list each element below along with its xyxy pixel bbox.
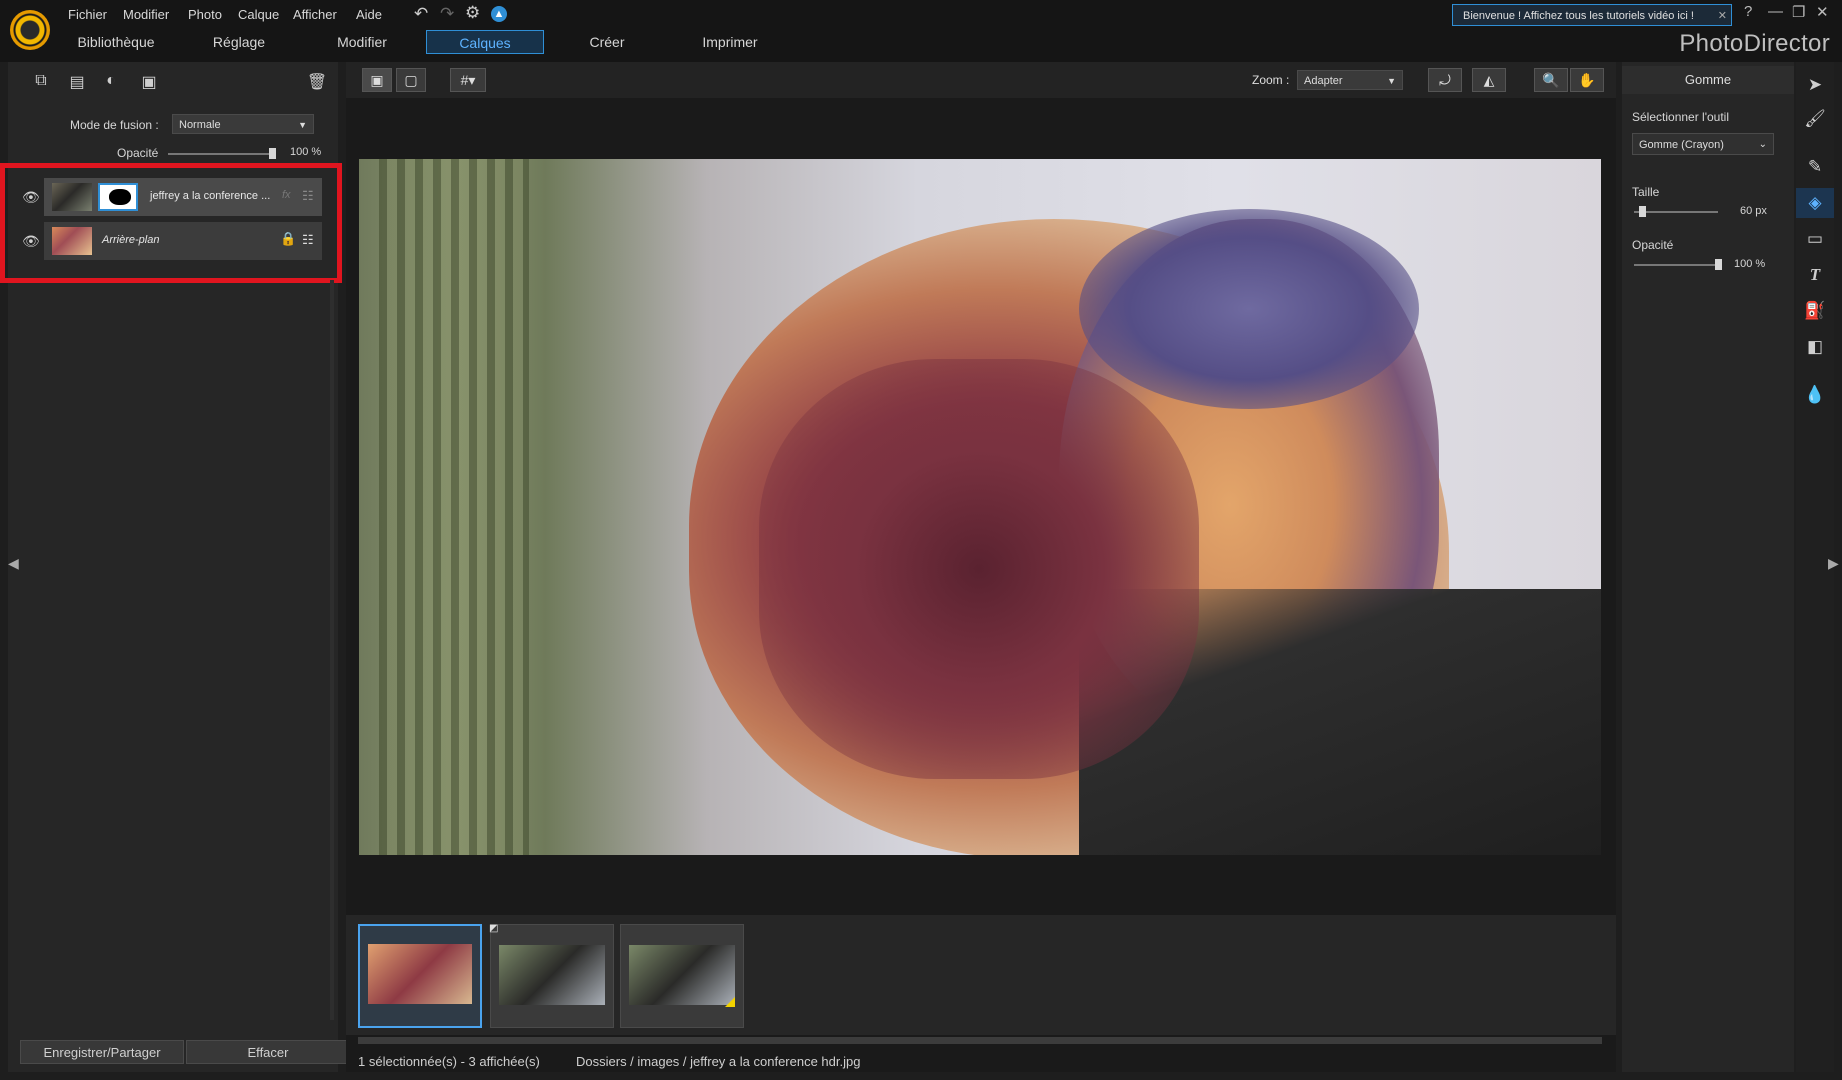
brand-title: PhotoDirector [1679, 30, 1830, 57]
film-thumbnail-selected[interactable] [358, 924, 482, 1028]
rotate-icon[interactable]: ⤾ [1428, 68, 1462, 92]
film-thumbnail[interactable]: ◩ [489, 923, 614, 1028]
chevron-down-icon: ▼ [1387, 76, 1396, 86]
menu-fichier[interactable]: Fichier [68, 7, 107, 22]
view-compare-icon[interactable]: ▢ [396, 68, 426, 92]
eraser-type-select[interactable]: Gomme (Crayon) ⌄ [1632, 133, 1774, 155]
tab-modifier[interactable]: Modifier [322, 30, 402, 54]
opacity-slider-thumb[interactable] [269, 148, 276, 159]
clear-button[interactable]: Effacer [186, 1040, 350, 1064]
zoom-select[interactable]: Adapter ▼ [1297, 70, 1403, 90]
layers-scrollbar[interactable] [330, 280, 334, 1020]
help-button[interactable]: ? [1744, 3, 1752, 20]
gradient-icon[interactable]: ◧ [1796, 332, 1834, 362]
close-window-icon[interactable]: ✕ [1816, 3, 1829, 21]
collapse-right-icon[interactable]: ▶ [1828, 555, 1839, 572]
zoom-tool-icon[interactable]: 🔍 [1534, 68, 1568, 92]
undo-icon[interactable]: ↶ [414, 4, 428, 24]
edited-badge-icon: ◩ [489, 923, 499, 934]
welcome-tutorial-banner[interactable]: Bienvenue ! Affichez tous les tutoriels … [1452, 4, 1732, 26]
view-single-icon[interactable]: ▣ [362, 68, 392, 92]
add-layer-icon[interactable]: ⧉ [30, 72, 52, 92]
tab-creer[interactable]: Créer [574, 30, 640, 54]
text-tool-icon[interactable]: T [1796, 260, 1834, 290]
menu-modifier[interactable]: Modifier [123, 7, 169, 22]
trash-icon[interactable]: 🗑 [306, 72, 328, 92]
select-tool-label: Sélectionner l'outil [1632, 110, 1730, 124]
size-slider-thumb[interactable] [1639, 206, 1647, 217]
welcome-text: Bienvenue ! Affichez tous les tutoriels … [1463, 10, 1694, 22]
chevron-down-icon: ▼ [298, 120, 307, 130]
status-bar: 1 sélectionnée(s) - 3 affichée(s) Dossie… [346, 1050, 1616, 1072]
app-logo-icon [10, 10, 50, 50]
tool-panel [1622, 62, 1794, 1072]
tool-panel-title: Gomme [1622, 66, 1794, 94]
eraser-icon[interactable]: ◈ [1796, 188, 1834, 218]
brush-opacity-label: Opacité [1632, 238, 1674, 252]
opacity-label: Opacité [117, 146, 159, 160]
save-share-button[interactable]: Enregistrer/Partager [20, 1040, 184, 1064]
grid-icon[interactable]: #▾ [450, 68, 486, 92]
film-thumbnail[interactable] [620, 924, 744, 1028]
size-slider-track[interactable] [1634, 211, 1718, 213]
chevron-down-icon: ⌄ [1758, 139, 1767, 150]
select-arrow-icon[interactable]: ➤ [1796, 70, 1834, 100]
menu-aide[interactable]: Aide [356, 7, 382, 22]
blend-mode-select[interactable]: Normale ▼ [172, 114, 314, 134]
mask-icon[interactable]: ▣ [138, 72, 160, 92]
color-dropper-icon[interactable]: 💧 [1796, 380, 1834, 410]
size-value: 60 px [1740, 205, 1767, 217]
smart-brush-icon[interactable]: 🖌 [1796, 104, 1834, 134]
collapse-left-icon[interactable]: ◀ [8, 555, 19, 572]
file-path: Dossiers / images / jeffrey a la confere… [576, 1054, 861, 1069]
restore-icon[interactable]: ❐ [1792, 3, 1805, 21]
close-icon[interactable]: ✕ [1718, 5, 1727, 27]
brush-opacity-slider-track[interactable] [1634, 264, 1718, 266]
hand-tool-icon[interactable]: ✋ [1570, 68, 1604, 92]
size-label: Taille [1632, 185, 1660, 199]
tab-imprimer[interactable]: Imprimer [692, 30, 768, 54]
menu-afficher[interactable]: Afficher [293, 7, 337, 22]
minimize-icon[interactable]: — [1768, 3, 1783, 20]
tab-bibliotheque[interactable]: Bibliothèque [70, 30, 162, 54]
flip-icon[interactable]: ◭ [1472, 68, 1506, 92]
adjustment-layer-icon[interactable]: ◐ [100, 72, 122, 92]
pencil-icon[interactable]: ✎ [1796, 152, 1834, 182]
notification-icon[interactable]: ▲ [491, 6, 507, 22]
settings-gear-icon[interactable]: ⚙ [465, 3, 480, 23]
brush-opacity-slider-thumb[interactable] [1715, 259, 1722, 270]
highlight-annotation-box [0, 163, 342, 283]
hdr-badge-icon [725, 997, 735, 1007]
opacity-slider-track[interactable] [168, 153, 272, 155]
paint-bucket-icon[interactable]: ⛽ [1796, 296, 1834, 326]
rectangle-icon[interactable]: ▭ [1796, 224, 1834, 254]
eraser-type-value: Gomme (Crayon) [1639, 139, 1724, 151]
canvas-toolbar [346, 62, 1616, 98]
filmstrip-scrollbar[interactable] [358, 1037, 1602, 1044]
blend-mode-label: Mode de fusion : [70, 118, 159, 132]
redo-icon[interactable]: ↷ [440, 4, 454, 24]
menu-calque[interactable]: Calque [238, 7, 279, 22]
zoom-value: Adapter [1304, 75, 1343, 87]
menu-photo[interactable]: Photo [188, 7, 222, 22]
brush-opacity-value: 100 % [1734, 258, 1766, 270]
zoom-label: Zoom : [1252, 73, 1290, 87]
selection-count: 1 sélectionnée(s) - 3 affichée(s) [358, 1054, 540, 1069]
tab-calques[interactable]: Calques [426, 30, 544, 54]
opacity-value: 100 % [290, 146, 322, 158]
layer-menu-icon[interactable]: ▤ [66, 72, 88, 92]
tab-reglage[interactable]: Réglage [200, 30, 278, 54]
blend-mode-value: Normale [179, 119, 221, 131]
photo-canvas[interactable] [359, 159, 1601, 855]
